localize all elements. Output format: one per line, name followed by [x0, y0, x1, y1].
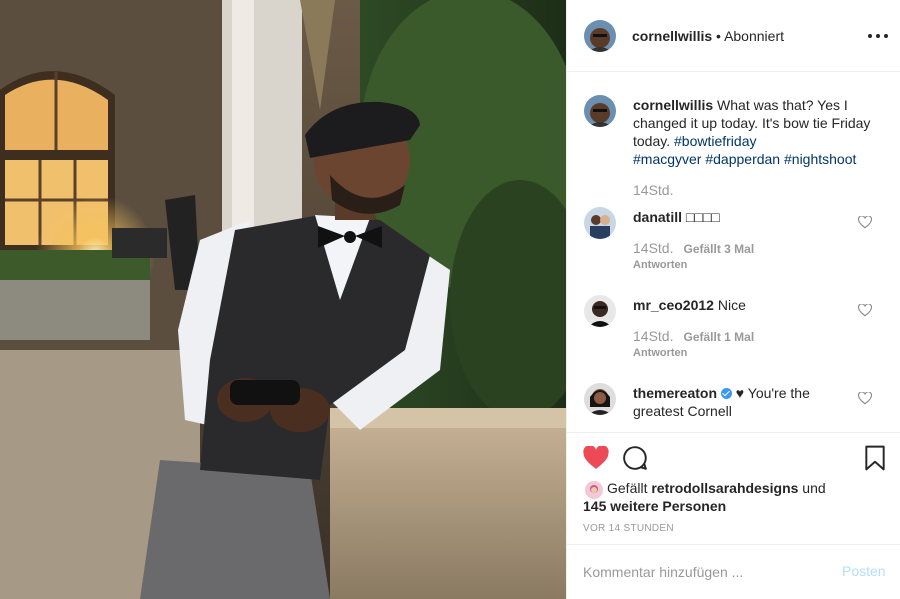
comment-form: Posten — [567, 544, 900, 599]
comment-meta: 14Std. Gefällt 3 Mal — [633, 240, 754, 256]
caption-username[interactable]: cornellwillis — [633, 97, 713, 113]
hashtag-link[interactable]: #bowtiefriday — [674, 133, 757, 149]
comment-username[interactable]: themereaton — [633, 385, 717, 401]
post-caption: cornellwillis What was that? Yes I chang… — [633, 96, 889, 168]
caption-time: 14Std. — [633, 182, 674, 198]
photo-illustration — [0, 0, 566, 599]
hashtag-link[interactable]: #macgyver — [633, 151, 701, 167]
likes-summary: Gefällt retrodollsarahdesigns und 145 we… — [583, 479, 893, 515]
author-avatar[interactable] — [584, 20, 616, 52]
author-username[interactable]: cornellwillis — [632, 28, 712, 44]
post-comment-button[interactable]: Posten — [842, 563, 886, 579]
comment-username[interactable]: mr_ceo2012 — [633, 297, 714, 313]
likes-prefix: Gefällt — [607, 480, 652, 496]
comment-username[interactable]: danatill — [633, 209, 682, 225]
comment-input[interactable] — [583, 561, 813, 583]
reply-button[interactable]: Antworten — [633, 347, 687, 359]
heart-filled-icon[interactable] — [583, 446, 609, 470]
comment-time: 14Std. — [633, 240, 674, 256]
comment-text: mr_ceo2012 Nice — [633, 296, 853, 314]
verified-icon — [720, 388, 732, 399]
hashtag-link[interactable]: #dapperdan — [705, 151, 780, 167]
hashtag-link[interactable]: #nightshoot — [784, 151, 856, 167]
reply-button[interactable]: Antworten — [633, 259, 687, 271]
author-line: cornellwillis • Abonniert — [632, 28, 784, 44]
comment-body: □□□□ — [682, 209, 720, 225]
post-timestamp[interactable]: VOR 14 STUNDEN — [583, 523, 674, 534]
comment-meta: 14Std. Gefällt 1 Mal — [633, 328, 754, 344]
caption-avatar[interactable] — [584, 95, 616, 127]
post-header: cornellwillis • Abonniert — [567, 0, 900, 72]
follow-status[interactable]: Abonniert — [724, 28, 784, 44]
instagram-post: cornellwillis • Abonniert cornellwillis … — [0, 0, 900, 599]
comment-text: themereaton ♥ You're the greatest Cornel… — [633, 384, 853, 420]
heart-outline-icon[interactable] — [858, 216, 872, 229]
comment-likes[interactable]: Gefällt 1 Mal — [683, 330, 754, 344]
comment-avatar[interactable] — [584, 383, 616, 415]
heart-outline-icon[interactable] — [858, 392, 872, 405]
post-photo[interactable] — [0, 0, 566, 599]
bookmark-icon[interactable] — [864, 445, 886, 471]
post-sidebar: cornellwillis • Abonniert cornellwillis … — [566, 0, 900, 599]
likes-others[interactable]: 145 weitere Personen — [583, 498, 726, 514]
more-dots-icon[interactable] — [867, 26, 889, 46]
comment-avatar[interactable] — [584, 207, 616, 239]
likes-middle: und — [798, 480, 826, 496]
heart-outline-icon[interactable] — [858, 304, 872, 317]
comment-icon[interactable] — [622, 445, 648, 471]
comment-avatar[interactable] — [584, 295, 616, 327]
comment-body: Nice — [713, 297, 746, 313]
comment-text: danatill □□□□ — [633, 208, 853, 226]
comment-time: 14Std. — [633, 328, 674, 344]
liker-username[interactable]: retrodollsarahdesigns — [651, 480, 798, 496]
comment-likes[interactable]: Gefällt 3 Mal — [683, 242, 754, 256]
header-separator: • — [712, 28, 725, 44]
